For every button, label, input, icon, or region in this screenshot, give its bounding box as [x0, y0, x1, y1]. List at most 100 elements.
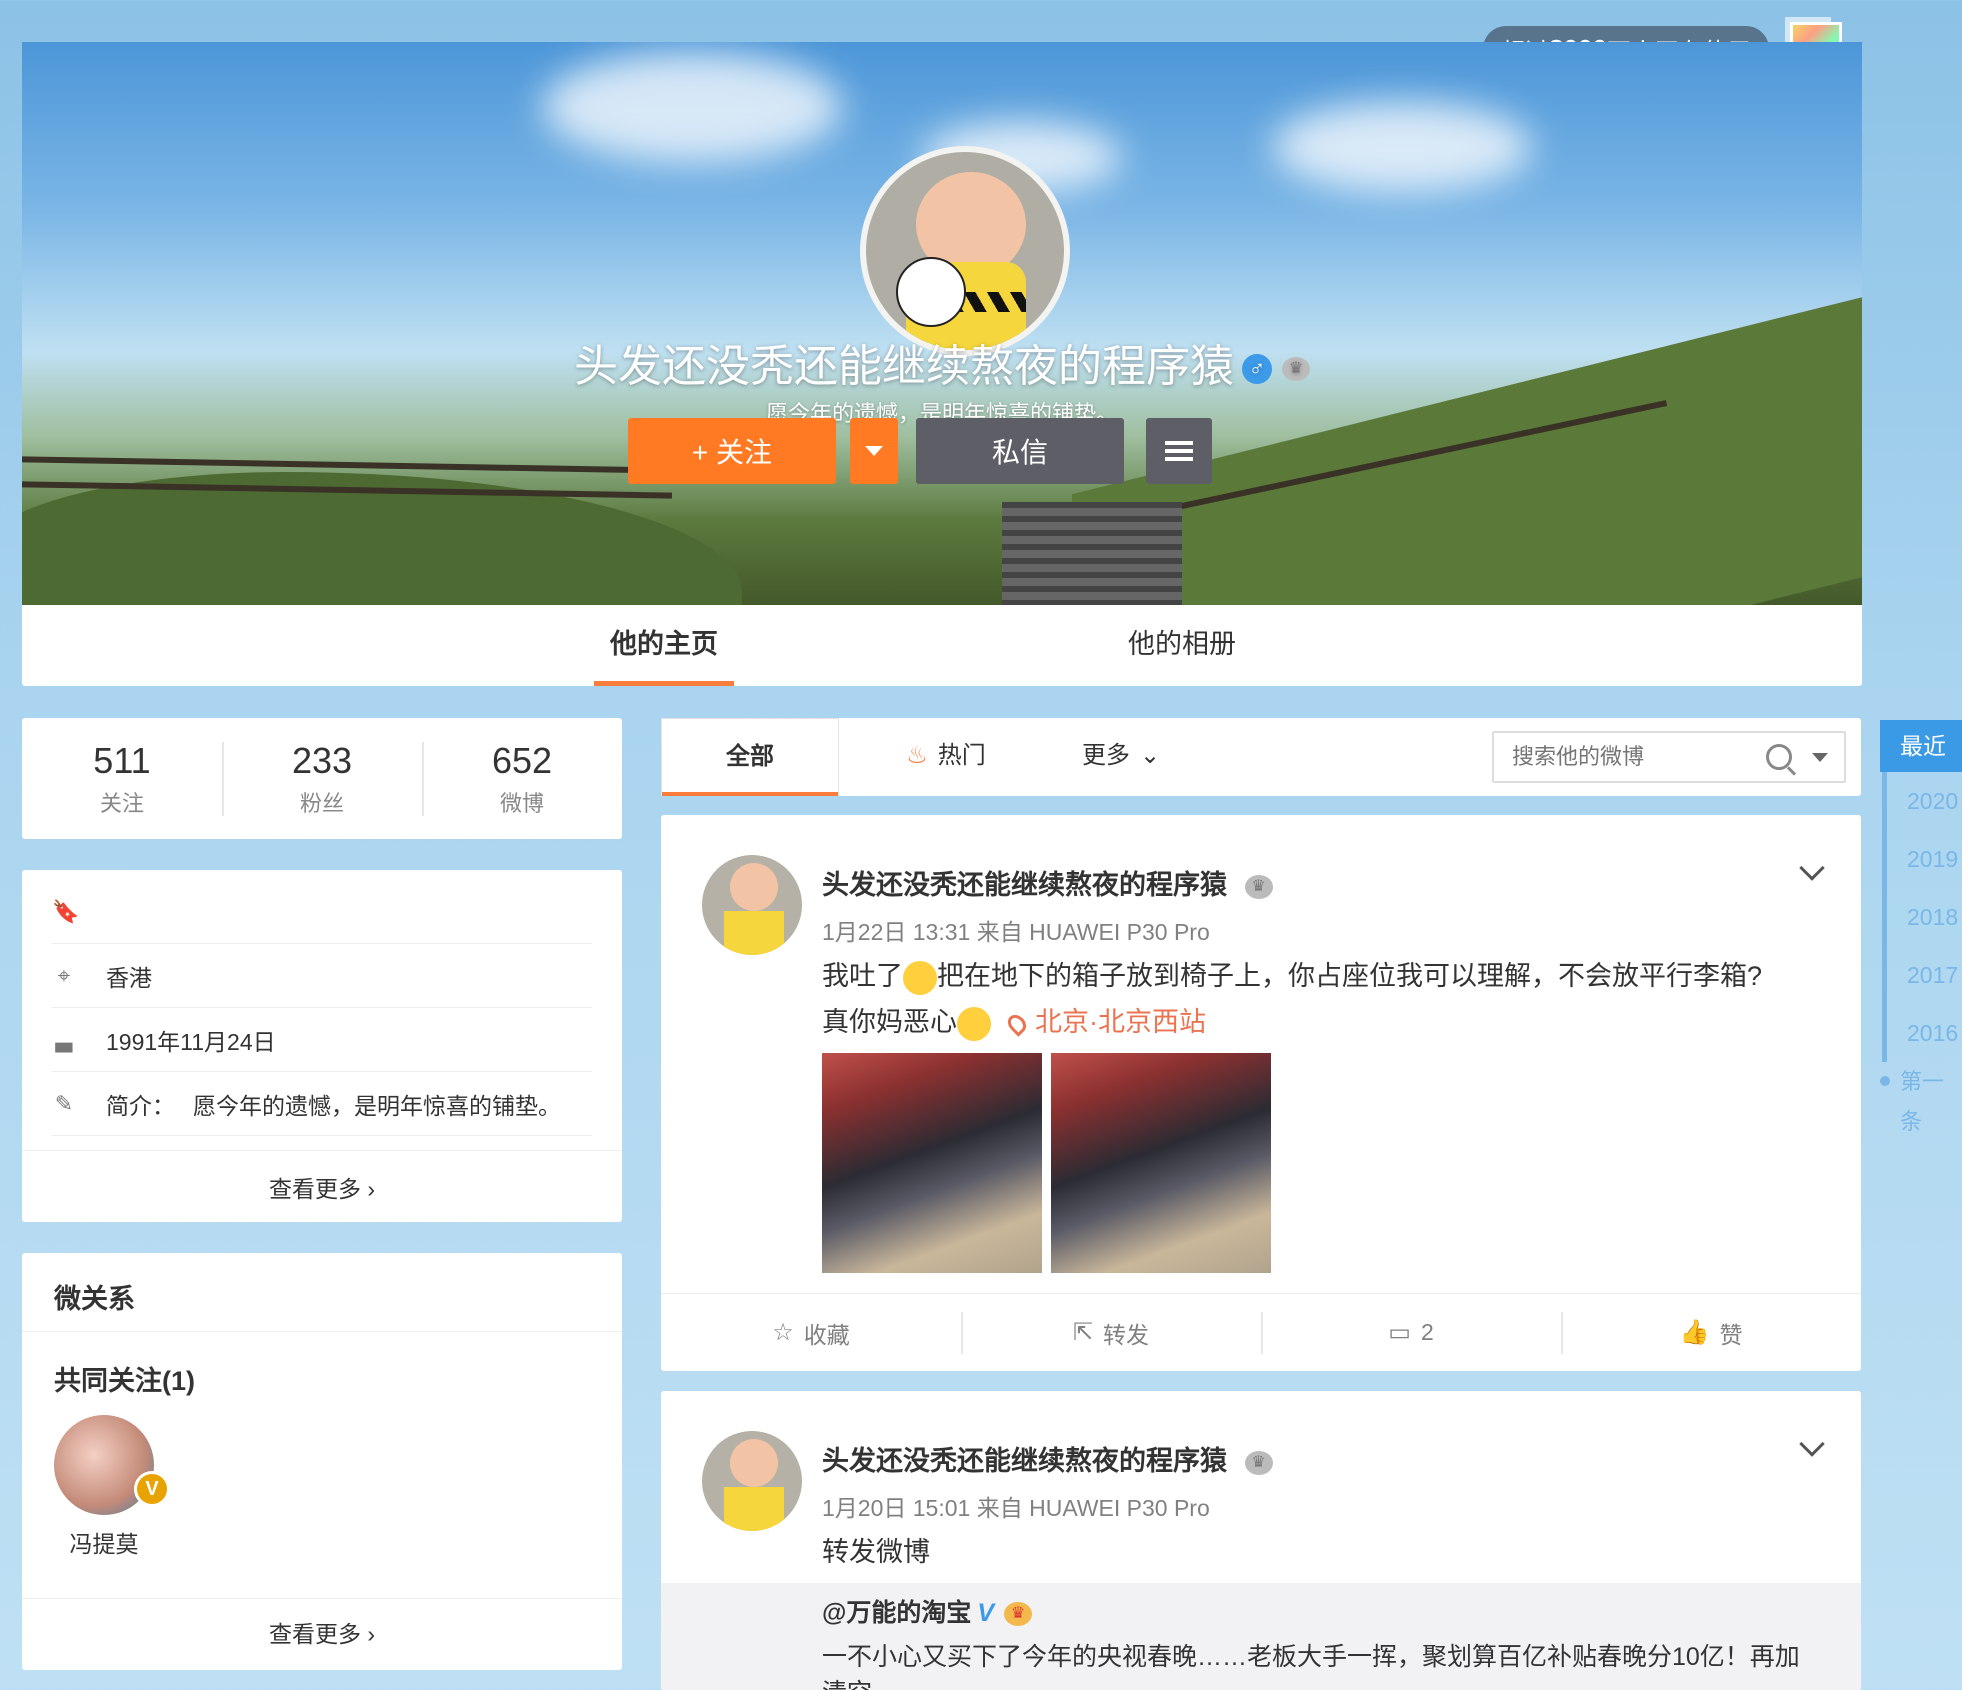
location-pin-icon [1004, 1011, 1030, 1037]
post-meta: 1月20日 15:01 来自 HUAWEI P30 Pro [822, 1495, 1210, 1521]
profile-tabbar: 他的主页 他的相册 [22, 605, 1862, 686]
tab-home[interactable]: 他的主页 [594, 605, 734, 686]
cake-icon: ▃ [55, 1026, 73, 1052]
verified-v-icon: V [977, 1599, 995, 1627]
comment-icon: ▭ [1388, 1319, 1411, 1346]
relations-card: 微关系 共同关注(1) V 冯提莫 查看更多 › [22, 1253, 622, 1670]
intro-text: 愿今年的遗憾，是明年惊喜的铺垫。 [193, 1092, 561, 1119]
stat-label: 微博 [499, 791, 544, 816]
vomit-emoji-icon [903, 960, 937, 995]
verified-badge-icon: V [134, 1471, 170, 1507]
more-menu-button[interactable] [1146, 418, 1212, 484]
birthday-text: 1991年11月24日 [106, 1028, 276, 1055]
filter-tab-hot[interactable]: ♨ 热门 [871, 718, 1021, 796]
stat-value: 511 [93, 740, 151, 781]
comment-button[interactable]: ▭ 2 [1261, 1294, 1561, 1371]
post-text: 我吐了 把在地下的箱子放到椅子上，你占座位我可以理解，不会放平行李箱? 真你妈恶心… [822, 953, 1822, 1045]
chevron-down-icon: ⌄ [1139, 742, 1161, 769]
profile-avatar[interactable] [860, 146, 1070, 356]
stat-following[interactable]: 511 关注 [22, 718, 222, 839]
filter-tab-more-label: 更多 [1081, 742, 1130, 769]
feed-post: 头发还没秃还能继续熬夜的程序猿 ♛ 1月22日 13:31 来自 HUAWEI … [661, 815, 1861, 1371]
timeline-year[interactable]: 2018 [1882, 888, 1962, 946]
stat-label: 关注 [99, 791, 144, 816]
timeline-year[interactable]: 2020 [1882, 772, 1962, 830]
post-author-name: 头发还没秃还能继续熬夜的程序猿 [822, 1446, 1227, 1476]
stat-followers[interactable]: 233 粉丝 [222, 718, 422, 839]
post-text-part: 真你妈恶心 [822, 1007, 957, 1037]
crown-icon[interactable]: ♛ [1244, 1450, 1273, 1475]
favorite-button[interactable]: ☆ 收藏 [661, 1294, 961, 1371]
search-dropdown-icon[interactable] [1812, 753, 1828, 762]
follow-button[interactable]: + 关注 [628, 418, 836, 484]
post-author[interactable]: 头发还没秃还能继续熬夜的程序猿 ♛ [822, 863, 1273, 902]
stat-value: 233 [291, 740, 353, 781]
profile-name-row: 头发还没秃还能继续熬夜的程序猿 ♂ ♛ [22, 330, 1862, 394]
feed-post: 头发还没秃还能继续熬夜的程序猿 ♛ 1月20日 15:01 来自 HUAWEI … [661, 1391, 1861, 1690]
profile-cover: 头发还没秃还能继续熬夜的程序猿 ♂ ♛ 愿今年的遗憾，是明年惊喜的铺垫。 [22, 42, 1862, 605]
profile-name: 头发还没秃还能继续熬夜的程序猿 [574, 342, 1234, 391]
post-image[interactable] [822, 1053, 1042, 1273]
edit-icon: ✎ [54, 1090, 74, 1116]
location-text: 香港 [106, 964, 152, 991]
filter-tab-all[interactable]: 全部 [661, 718, 839, 796]
share-icon: ⇱ [1072, 1319, 1094, 1346]
chevron-down-icon[interactable] [1799, 1431, 1825, 1457]
post-text: 转发微博 [822, 1537, 930, 1567]
post-actions: ☆ 收藏 ⇱ 转发 ▭ 2 👍 赞 [661, 1293, 1861, 1371]
like-button[interactable]: 👍 赞 [1561, 1294, 1861, 1371]
search-icon[interactable] [1766, 744, 1792, 770]
action-label: 收藏 [803, 1321, 850, 1348]
action-label: 转发 [1103, 1321, 1150, 1348]
tab-album[interactable]: 他的相册 [1112, 605, 1252, 686]
message-button[interactable]: 私信 [916, 418, 1124, 484]
timeline-year[interactable]: 2016 [1882, 1004, 1962, 1062]
info-row-intro: ✎ 简介： 愿今年的遗憾，是明年惊喜的铺垫。 [52, 1072, 592, 1136]
crown-icon[interactable]: ♛ [1282, 357, 1310, 382]
male-icon: ♂ [1242, 354, 1272, 385]
stats-card: 511 关注 233 粉丝 652 微博 [22, 718, 622, 839]
mutual-user-name[interactable]: 冯提莫 [54, 1525, 154, 1559]
info-card: 🔖 ⌖ 香港 ▃ 1991年11月24日 ✎ 简介： 愿今年的遗憾，是明年惊喜的… [22, 870, 622, 1222]
mutual-follow-title[interactable]: 共同关注(1) [54, 1359, 195, 1398]
vomit-emoji-icon [957, 1006, 991, 1041]
stat-posts[interactable]: 652 微博 [422, 718, 622, 839]
repost-author[interactable]: @万能的淘宝 V ♛ [822, 1593, 1033, 1629]
location-pin-icon: ⌖ [57, 962, 71, 988]
timeline-year[interactable]: 2017 [1882, 946, 1962, 1004]
info-row-location: ⌖ 香港 [52, 944, 592, 1008]
timeline-first-post[interactable]: 第一条 [1880, 1062, 1962, 1134]
chevron-right-icon: › [367, 1176, 376, 1202]
follow-dropdown-button[interactable] [850, 418, 898, 484]
info-row-birthday: ▃ 1991年11月24日 [52, 1008, 592, 1072]
star-icon: ☆ [772, 1319, 794, 1346]
repost-text: 一不小心又买下了今年的央视春晚……老板大手一挥，聚划算百亿补贴春晚分10亿！再加… [822, 1643, 1800, 1690]
bookmark-icon[interactable]: 🔖 [52, 899, 79, 924]
post-author-name: 头发还没秃还能继续熬夜的程序猿 [822, 870, 1227, 900]
relations-more-link[interactable]: 查看更多 › [22, 1615, 622, 1649]
filter-tab-more[interactable]: 更多 ⌄ [1051, 718, 1191, 796]
action-label: 2 [1420, 1319, 1434, 1345]
chevron-down-icon[interactable] [1799, 855, 1825, 881]
info-more-link[interactable]: 查看更多 › [22, 1170, 622, 1204]
crown-icon[interactable]: ♛ [1244, 874, 1273, 899]
post-location-link[interactable]: 北京·北京西站 [1035, 1007, 1206, 1037]
search-input[interactable] [1512, 744, 1762, 770]
repost-button[interactable]: ⇱ 转发 [961, 1294, 1261, 1371]
thumbs-up-icon: 👍 [1679, 1319, 1710, 1346]
chevron-right-icon: › [367, 1621, 376, 1647]
menu-icon [1165, 441, 1193, 461]
timeline-current[interactable]: 最近 [1880, 720, 1962, 772]
action-label: 赞 [1719, 1321, 1743, 1348]
intro-label: 简介： [106, 1092, 175, 1119]
repost-author-name: @万能的淘宝 [822, 1599, 972, 1627]
timeline-year[interactable]: 2019 [1882, 830, 1962, 888]
more-label: 查看更多 [268, 1176, 361, 1202]
avatar[interactable] [702, 1431, 802, 1531]
search-box [1492, 731, 1846, 783]
post-author[interactable]: 头发还没秃还能继续熬夜的程序猿 ♛ [822, 1439, 1273, 1478]
post-image[interactable] [1051, 1053, 1271, 1273]
repost-block[interactable]: @万能的淘宝 V ♛ 一不小心又买下了今年的央视春晚……老板大手一挥，聚划算百亿补贴… [661, 1583, 1861, 1690]
avatar[interactable] [702, 855, 802, 955]
filter-tab-hot-label: 热门 [937, 742, 986, 769]
